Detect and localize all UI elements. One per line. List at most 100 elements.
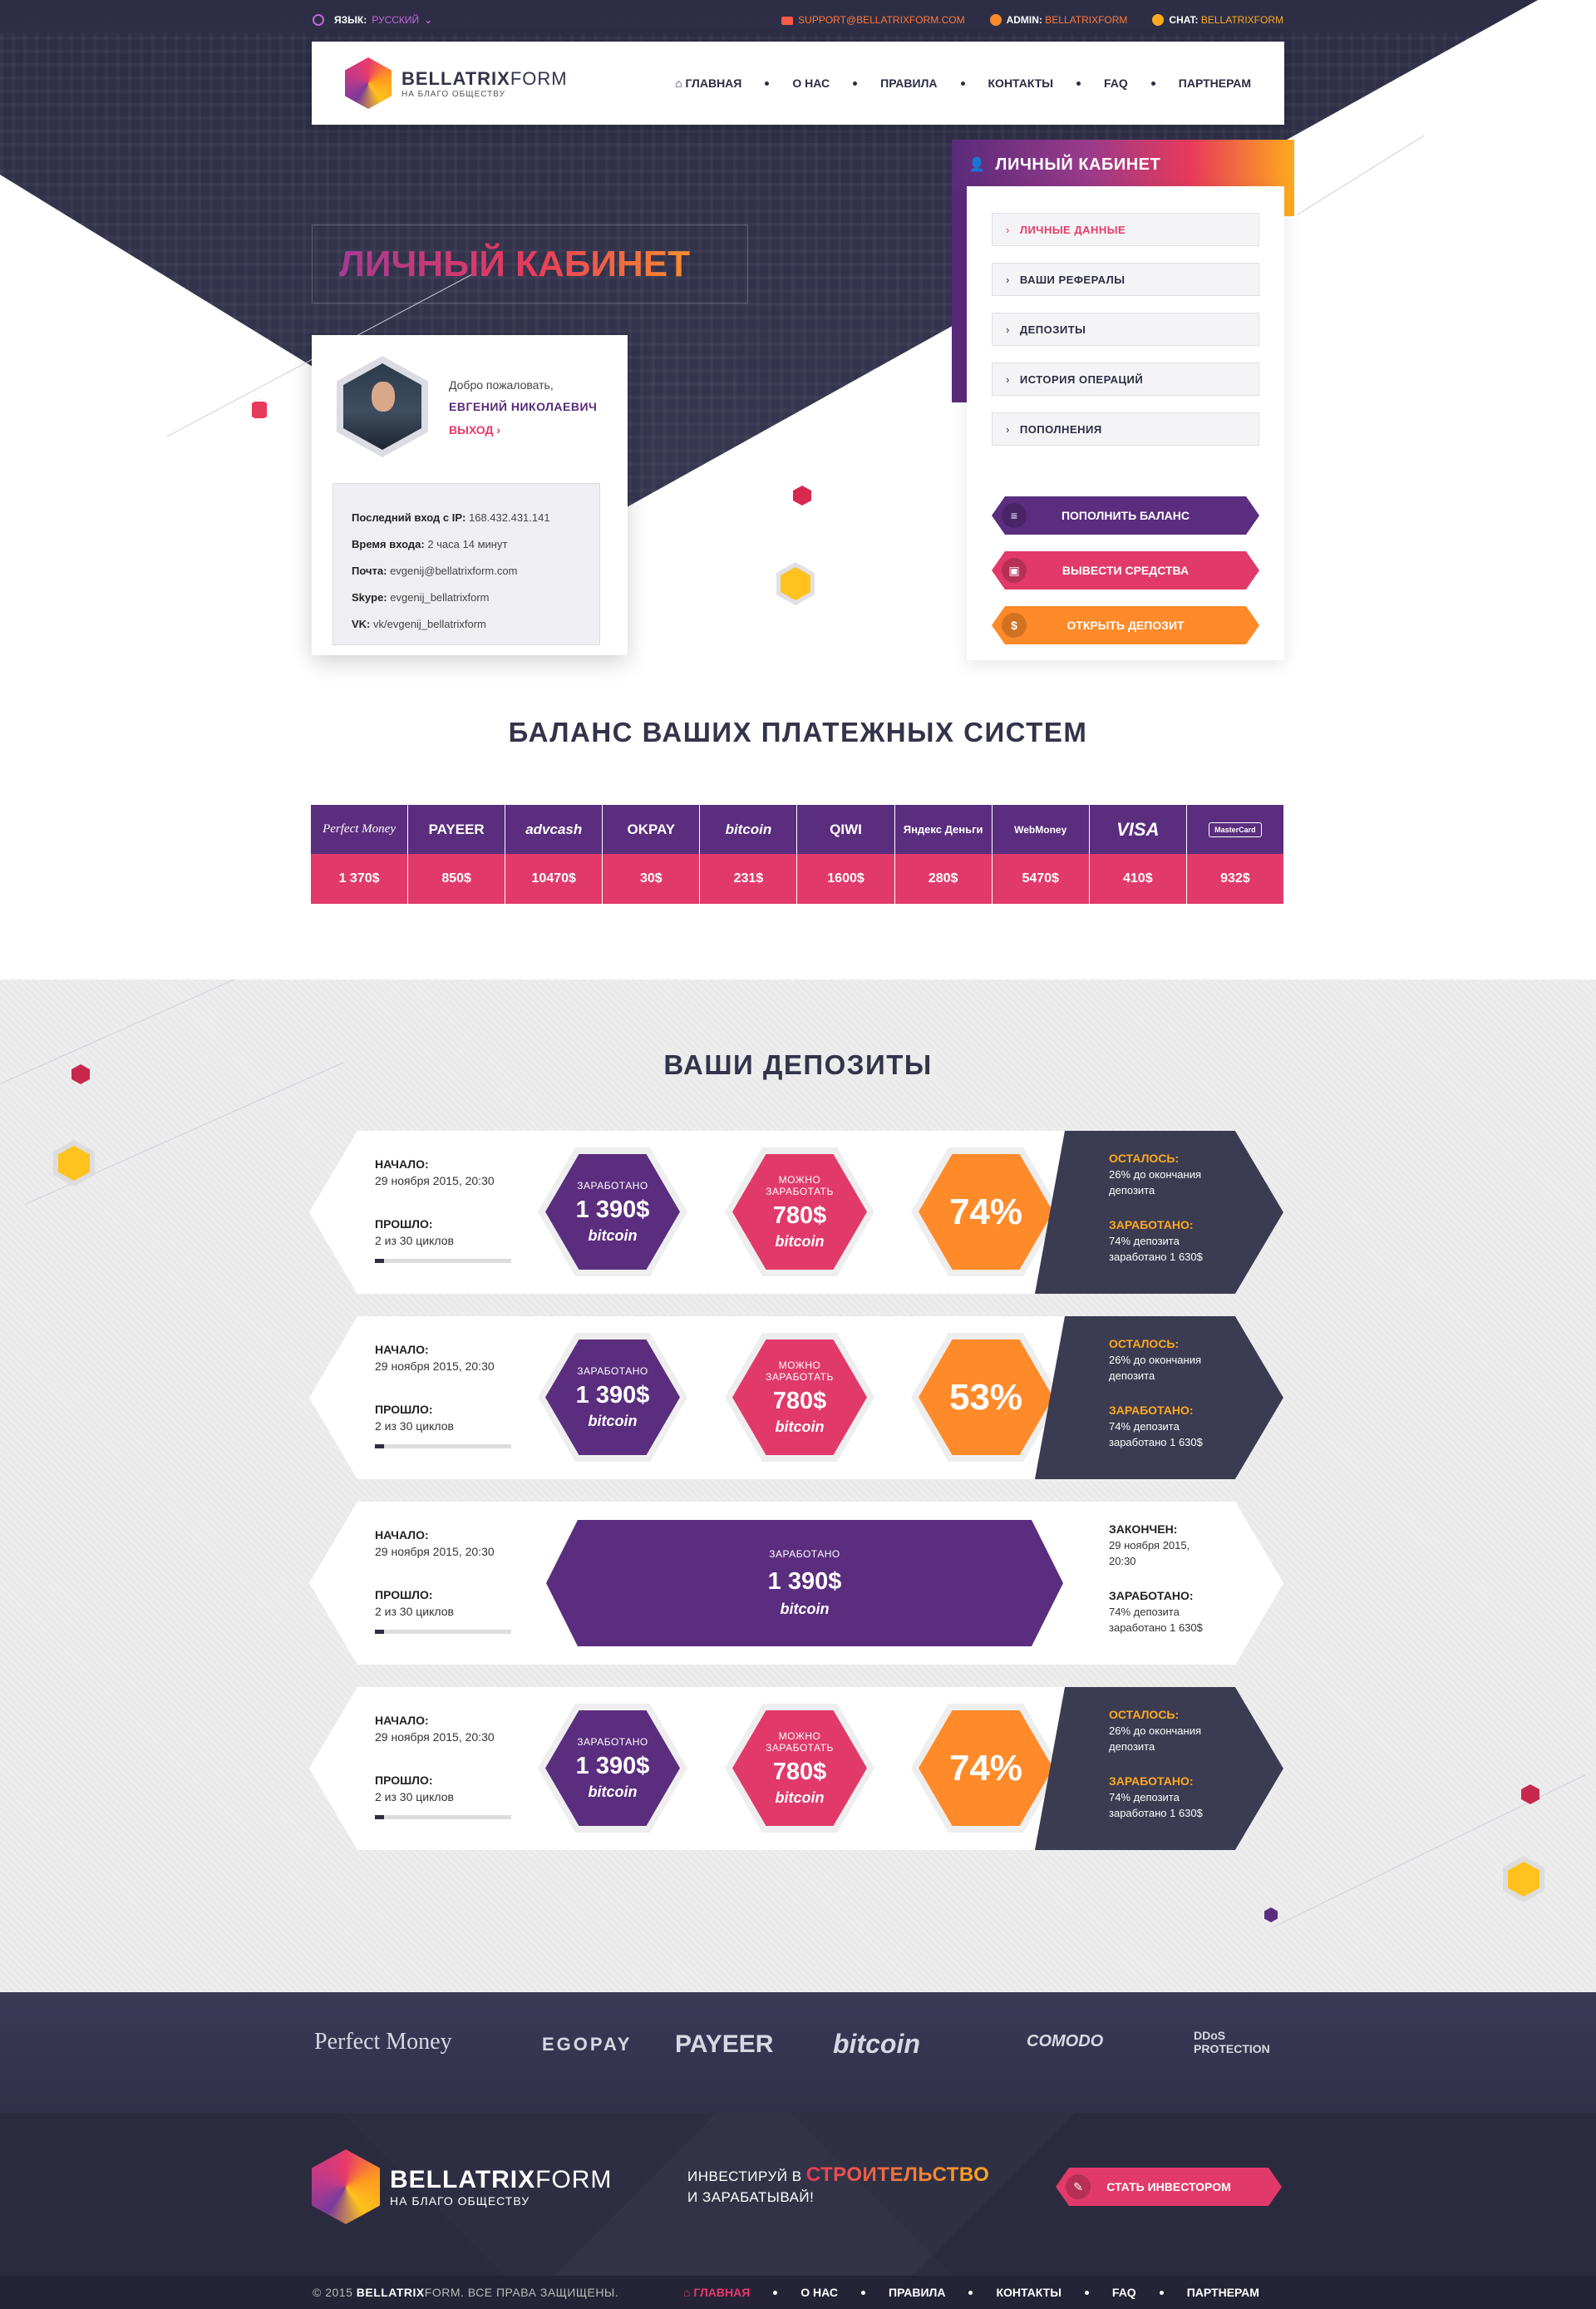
- bitcoin-icon: bitcoin: [588, 1412, 638, 1429]
- info-row: Время входа: 2 часа 14 минут: [352, 538, 508, 550]
- earned-block: ЗАРАБОТАНО: 74% депозита заработано 1 630…: [1109, 1218, 1203, 1263]
- cabinet-menu-topups[interactable]: › ПОПОЛНЕНИЯ: [992, 412, 1259, 446]
- start-label: НАЧАЛО:: [375, 1157, 429, 1171]
- balance-value: 231$: [700, 854, 797, 904]
- payment-system-logo: PAYEER: [408, 805, 505, 854]
- nav-item-faq[interactable]: FAQ: [1104, 76, 1128, 90]
- logout-link[interactable]: ВЫХОД ›: [449, 423, 500, 437]
- footer-nav-contacts[interactable]: КОНТАКТЫ: [996, 2286, 1061, 2299]
- logo-hexagon-icon: [312, 2149, 380, 2224]
- cabinet-menu-referrals[interactable]: › ВАШИ РЕФЕРАЛЫ: [992, 263, 1259, 296]
- open-deposit-button[interactable]: $ ОТКРЫТЬ ДЕПОЗИТ: [992, 606, 1259, 644]
- language-label: ЯЗЫК:: [334, 14, 367, 26]
- invest-slogan: ИНВЕСТИРУЙ В СТРОИТЕЛЬСТВО И ЗАРАБАТЫВАЙ…: [687, 2163, 990, 2205]
- nav-item-contacts[interactable]: КОНТАКТЫ: [988, 76, 1053, 90]
- info-row: VK: vk/evgenij_bellatrixform: [352, 618, 486, 630]
- nav-separator: [1076, 81, 1081, 86]
- admin-skype-link[interactable]: ADMIN: BELLATRIXFORM: [989, 13, 1128, 27]
- nav-separator: [861, 2290, 866, 2295]
- hexagon-decoration: [793, 486, 811, 506]
- cabinet-header: 👤 ЛИЧНЫЙ КАБИНЕТ: [952, 140, 1294, 190]
- footer-bottom-bar: © 2015 BELLATRIXFORM. ВСЕ ПРАВА ЗАЩИЩЕНЫ…: [0, 2276, 1596, 2309]
- bitcoin-icon: bitcoin: [588, 1226, 638, 1244]
- logo-tagline: НА БЛАГО ОБЩЕСТВУ: [401, 89, 505, 99]
- footer-nav-rules[interactable]: ПРАВИЛА: [889, 2286, 945, 2299]
- balance-value: 1600$: [797, 854, 894, 904]
- user-name: ЕВГЕНИЙ НИКОЛАЕВИЧ: [449, 400, 598, 413]
- bitcoin-icon: bitcoin: [780, 1601, 830, 1617]
- start-date: 29 ноября 2015, 20:30: [375, 1359, 495, 1373]
- logo-text: BELLATRIXFORM: [401, 67, 568, 89]
- admin-value: BELLATRIXFORM: [1045, 13, 1128, 26]
- partner-logo[interactable]: EGOPAY: [542, 2034, 632, 2055]
- balance-value: 280$: [894, 854, 992, 904]
- balance-value: 410$: [1089, 854, 1186, 904]
- payment-system-logo: advcash: [505, 805, 603, 854]
- progress-bar: [375, 1259, 511, 1263]
- payment-column: WebMoney 5470$: [992, 805, 1090, 904]
- start-date: 29 ноября 2015, 20:30: [375, 1174, 495, 1187]
- become-investor-button[interactable]: ✎ СТАТЬ ИНВЕСТОРОМ: [1056, 2168, 1282, 2206]
- footer-nav-partners[interactable]: ПАРТНЕРАМ: [1187, 2286, 1259, 2299]
- chevron-right-icon: ›: [1006, 372, 1010, 386]
- logo-hexagon-icon: [345, 57, 392, 109]
- balances-title: БАЛАНС ВАШИХ ПЛАТЕЖНЫХ СИСТЕМ: [508, 717, 1088, 747]
- support-email-link[interactable]: SUPPORT@BELLATRIXFORM.COM: [781, 14, 965, 26]
- hero-section: ЯЗЫК: РУССКИЙ ⌄ SUPPORT@BELLATRIXFORM.CO…: [0, 0, 1596, 690]
- main-nav: ⌂ ГЛАВНАЯ О НАС ПРАВИЛА КОНТАКТЫ FAQ ПАР…: [675, 76, 1251, 90]
- cabinet-side-accent: [1284, 186, 1294, 216]
- nav-item-about[interactable]: О НАС: [792, 76, 830, 90]
- cabinet-panel: › ЛИЧНЫЕ ДАННЫЕ › ВАШИ РЕФЕРАЛЫ › ДЕПОЗИТЫ …: [967, 186, 1284, 660]
- partner-logo[interactable]: COMODO: [1027, 2032, 1103, 2051]
- language-selector[interactable]: ЯЗЫК: РУССКИЙ ⌄: [313, 14, 432, 26]
- hexagon-decoration: [1264, 1907, 1278, 1922]
- nav-item-rules[interactable]: ПРАВИЛА: [880, 76, 937, 90]
- partner-logo[interactable]: PAYEER: [675, 2030, 773, 2059]
- deposit-card-finished: НАЧАЛО: 29 ноября 2015, 20:30 ПРОШЛО: 2 …: [309, 1502, 1283, 1665]
- footer-nav-faq[interactable]: FAQ: [1112, 2286, 1136, 2299]
- start-label: НАЧАЛО:: [375, 1528, 429, 1542]
- footer-nav-about[interactable]: О НАС: [800, 2286, 838, 2299]
- payment-column: VISA 410$: [1089, 805, 1187, 904]
- topup-balance-button[interactable]: ≡ ПОПОЛНИТЬ БАЛАНС: [992, 496, 1259, 535]
- balance-value: 10470$: [505, 854, 603, 904]
- nav-item-home[interactable]: ⌂ ГЛАВНАЯ: [675, 76, 741, 90]
- hexagon-decoration: [249, 399, 269, 421]
- payment-system-logo: Perfect Money: [311, 805, 408, 854]
- cabinet-menu-history[interactable]: › ИСТОРИЯ ОПЕРАЦИЙ: [992, 363, 1259, 396]
- passed-cycles: 2 из 30 циклов: [375, 1234, 454, 1247]
- logo[interactable]: BELLATRIXFORM НА БЛАГО ОБЩЕСТВУ: [345, 57, 568, 109]
- finished-block: ЗАКОНЧЕН: 29 ноября 2015, 20:30: [1109, 1522, 1190, 1567]
- earned-block: ЗАРАБОТАНО: 74% депозита заработано 1 630…: [1109, 1774, 1203, 1819]
- payment-column: PAYEER 850$: [408, 805, 506, 904]
- cabinet-menu-deposits[interactable]: › ДЕПОЗИТЫ: [992, 313, 1259, 346]
- user-icon: 👤: [968, 158, 986, 172]
- partner-logo[interactable]: Perfect Money: [314, 2029, 452, 2055]
- chat-skype-link[interactable]: CHAT: BELLATRIXFORM: [1152, 14, 1283, 27]
- earned-block: ЗАРАБОТАНО: 74% депозита заработано 1 630…: [1109, 1404, 1203, 1448]
- partner-logo[interactable]: DDoS PROTECTION: [1194, 2029, 1293, 2055]
- balance-value: 5470$: [992, 854, 1089, 904]
- payment-system-logo: bitcoin: [700, 805, 797, 854]
- withdraw-button[interactable]: ▣ ВЫВЕСТИ СРЕДСТВА: [992, 551, 1259, 590]
- chevron-right-icon: ›: [1006, 323, 1010, 336]
- footer-nav: ⌂ ГЛАВНАЯ О НАС ПРАВИЛА КОНТАКТЫ FAQ ПАР…: [683, 2286, 1259, 2299]
- chevron-right-icon: ›: [1006, 223, 1010, 236]
- home-icon: ⌂: [683, 2286, 691, 2299]
- earned-total-banner: ЗАРАБОТАНО 1 390$ bitcoin: [546, 1520, 1063, 1646]
- skype-icon: [989, 14, 1002, 27]
- partners-strip: Perfect Money EGOPAY PAYEER bitcoin COMO…: [0, 1992, 1596, 2113]
- footer-nav-home[interactable]: ⌂ ГЛАВНАЯ: [683, 2286, 750, 2299]
- partner-logo[interactable]: bitcoin: [833, 2029, 920, 2060]
- payment-column: Яндекс Деньги 280$: [894, 805, 993, 904]
- nav-item-partners[interactable]: ПАРТНЕРАМ: [1179, 76, 1251, 90]
- login-info-box: Последний вход с IP: 168.432.431.141 Вре…: [332, 483, 600, 645]
- footer-logo[interactable]: BELLATRIXFORM НА БЛАГО ОБЩЕСТВУ: [312, 2149, 612, 2224]
- progress-bar: [375, 1815, 511, 1819]
- bitcoin-icon: bitcoin: [775, 1418, 825, 1435]
- cabinet-menu-personal[interactable]: › ЛИЧНЫЕ ДАННЫЕ: [992, 213, 1259, 246]
- globe-icon: [313, 14, 324, 26]
- nav-separator: [1084, 2290, 1089, 2295]
- progress-bar: [375, 1444, 511, 1448]
- wallet-icon: ▣: [1002, 558, 1027, 583]
